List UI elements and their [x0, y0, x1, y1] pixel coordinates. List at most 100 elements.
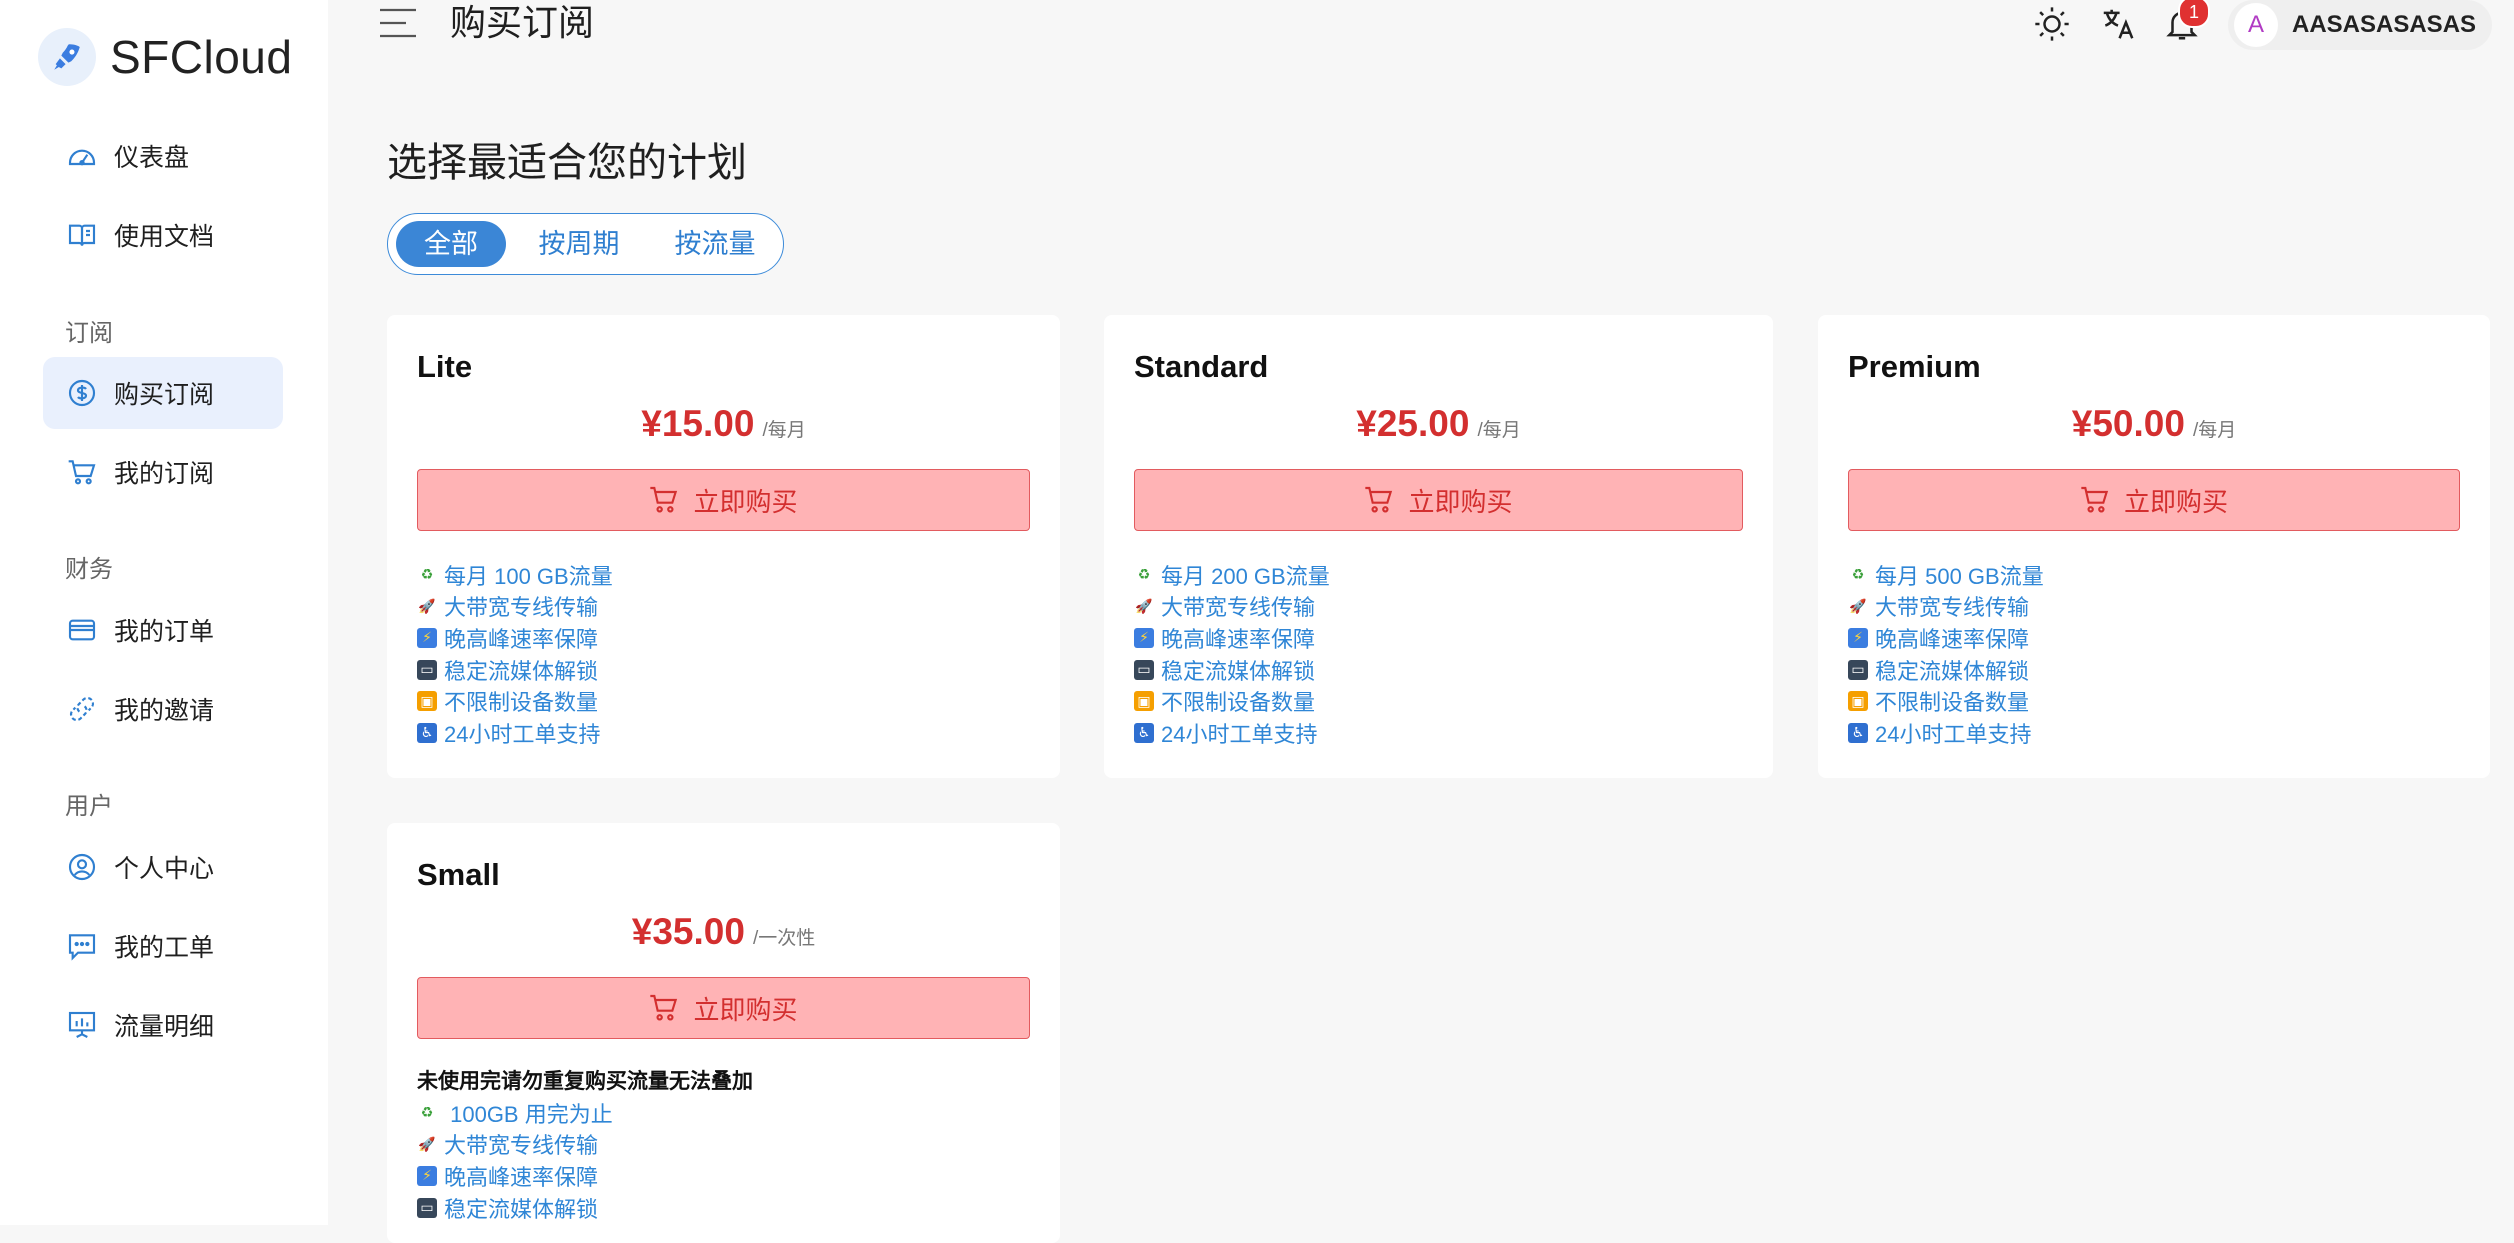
- rocket-logo-icon: [38, 28, 96, 86]
- plan-price: ¥35.00: [631, 911, 745, 952]
- recycle-icon: ♻: [1851, 566, 1865, 583]
- tv-icon: ▭: [1134, 659, 1154, 680]
- buy-now-label: 立即购买: [693, 486, 798, 517]
- user-name: AASASASASAS: [2292, 11, 2477, 38]
- wheelchair-icon: ♿: [1848, 722, 1868, 743]
- feature-item: ▭ 稳定流媒体解锁: [417, 1192, 753, 1224]
- feature-item: ♻ 100GB 用完为止: [417, 1097, 753, 1129]
- feature-item: ⚡ 晚高峰速率保障: [417, 622, 613, 654]
- sidebar-item-label: 个人中心: [114, 855, 215, 883]
- sidebar-item-label: 我的订单: [114, 618, 215, 646]
- feature-item: ⚡ 晚高峰速率保障: [1848, 622, 2044, 654]
- tab-by-traffic[interactable]: 按流量: [656, 221, 774, 267]
- buy-now-button[interactable]: 立即购买: [1134, 469, 1743, 531]
- sidebar-item-label: 我的工单: [114, 934, 215, 962]
- sidebar-item-traffic-details[interactable]: 流量明细: [43, 989, 283, 1061]
- page-title: 购买订阅: [450, 2, 595, 43]
- feature-item: 🚀 大带宽专线传输: [418, 1133, 599, 1159]
- sidebar-item-my-orders[interactable]: 我的订单: [43, 594, 283, 666]
- plan-card-lite: Lite ¥15.00/每月 立即购买 ♻ 每月 100 GB流量 🚀 大带宽专线传…: [387, 315, 1060, 778]
- plans-heading: 选择最适合您的计划: [387, 141, 747, 185]
- plan-notice: 未使用完请勿重复购买流量无法叠加: [417, 1070, 753, 1093]
- tv-icon: ▭: [417, 1197, 437, 1218]
- sidebar-item-buy-subscription[interactable]: 购买订阅: [43, 357, 283, 429]
- feature-item: ▭ 稳定流媒体解锁: [1848, 654, 2044, 686]
- sidebar-item-profile[interactable]: 个人中心: [43, 831, 283, 903]
- cart-icon: [64, 454, 100, 490]
- rocket-icon: 🚀: [418, 1135, 436, 1152]
- plan-card-standard: Standard ¥25.00/每月 立即购买 ♻ 每月 200 GB流量 🚀 大带…: [1104, 315, 1773, 778]
- notification-badge: 1: [2178, 0, 2210, 28]
- sidebar-item-docs[interactable]: 使用文档: [43, 199, 283, 271]
- recycle-icon: ♻: [420, 1104, 434, 1121]
- plan-price: ¥15.00: [641, 403, 755, 444]
- buy-now-label: 立即购买: [2123, 486, 2228, 517]
- sidebar-item-my-subscription[interactable]: 我的订阅: [43, 436, 283, 508]
- user-menu[interactable]: A AASASASASAS: [2228, 0, 2492, 50]
- sidebar-item-label: 仪表盘: [114, 144, 190, 172]
- feature-item: ♻ 每月 200 GB流量: [1134, 559, 1330, 591]
- feature-item: ⚡ 晚高峰速率保障: [1134, 622, 1330, 654]
- avatar: A: [2234, 3, 2278, 47]
- plan-name: Standard: [1134, 349, 1269, 384]
- recycle-icon: ♻: [1137, 566, 1151, 583]
- feature-item: ▣ 不限制设备数量: [417, 685, 613, 717]
- translate-icon[interactable]: [2098, 4, 2138, 44]
- cart-icon: [649, 485, 681, 515]
- tab-all[interactable]: 全部: [396, 221, 506, 267]
- cart-icon: [2080, 485, 2112, 515]
- rocket-icon: 🚀: [1849, 597, 1867, 614]
- plan-features: ♻ 每月 500 GB流量 🚀 大带宽专线传输 ⚡ 晚高峰速率保障 ▭ 稳定流媒体解锁 …: [1848, 559, 2044, 749]
- user-circle-icon: [64, 849, 100, 885]
- plan-period: /一次性: [752, 928, 816, 949]
- rocket-icon: 🚀: [418, 597, 436, 614]
- brand[interactable]: SFCloud: [38, 28, 292, 86]
- chat-ticket-icon: [64, 928, 100, 964]
- dashboard-gauge-icon: [64, 138, 100, 174]
- sidebar-section-subscription: 订阅: [65, 320, 113, 347]
- theme-sun-icon[interactable]: [2032, 4, 2072, 44]
- buy-now-button[interactable]: 立即购买: [1848, 469, 2460, 531]
- menu-toggle-icon[interactable]: [378, 6, 418, 40]
- buy-now-button[interactable]: 立即购买: [417, 977, 1030, 1039]
- recycle-icon: ♻: [420, 566, 434, 583]
- sidebar-section-user: 用户: [65, 793, 113, 820]
- sidebar-item-label: 使用文档: [114, 223, 215, 251]
- buy-now-button[interactable]: 立即购买: [417, 469, 1030, 531]
- feature-item: 🚀 大带宽专线传输: [1849, 595, 2030, 621]
- plan-period: /每月: [1477, 420, 1521, 441]
- plan-features: 未使用完请勿重复购买流量无法叠加 ♻ 100GB 用完为止 🚀 大带宽专线传输 ⚡…: [417, 1066, 753, 1223]
- lightning-icon: ⚡: [1134, 627, 1154, 648]
- plan-card-premium: Premium ¥50.00/每月 立即购买 ♻ 每月 500 GB流量 🚀 大带宽…: [1818, 315, 2490, 778]
- buy-now-label: 立即购买: [1408, 486, 1513, 517]
- sidebar-item-my-invites[interactable]: 我的邀请: [43, 673, 283, 745]
- link-share-icon: [64, 691, 100, 727]
- feature-item: 🚀 大带宽专线传输: [418, 595, 599, 621]
- feature-item: ▭ 稳定流媒体解锁: [1134, 654, 1330, 686]
- plan-name: Lite: [417, 349, 473, 384]
- tv-icon: ▭: [417, 659, 437, 680]
- feature-item: ♿ 24小时工单支持: [417, 717, 613, 749]
- sidebar-item-label: 流量明细: [114, 1013, 215, 1041]
- sidebar-item-my-tickets[interactable]: 我的工单: [43, 910, 283, 982]
- feature-item: 🚀 大带宽专线传输: [1135, 595, 1316, 621]
- chart-board-icon: [64, 1007, 100, 1043]
- lightning-icon: ⚡: [417, 1165, 437, 1186]
- dollar-coin-icon: [64, 375, 100, 411]
- feature-item: ▣ 不限制设备数量: [1848, 685, 2044, 717]
- tab-by-period[interactable]: 按周期: [520, 221, 638, 267]
- wheelchair-icon: ♿: [417, 722, 437, 743]
- plan-name: Premium: [1848, 349, 1981, 384]
- sidebar-section-finance: 财务: [65, 556, 113, 583]
- tv-icon: ▭: [1848, 659, 1868, 680]
- wallet-card-icon: [64, 612, 100, 648]
- lightning-icon: ⚡: [417, 627, 437, 648]
- plan-card-small: Small ¥35.00/一次性 立即购买 未使用完请勿重复购买流量无法叠加 ♻…: [387, 823, 1060, 1243]
- feature-item: ♿ 24小时工单支持: [1134, 717, 1330, 749]
- plan-price: ¥25.00: [1356, 403, 1470, 444]
- feature-item: ▭ 稳定流媒体解锁: [417, 654, 613, 686]
- grid-icon: ▣: [417, 691, 437, 712]
- feature-item: ♿ 24小时工单支持: [1848, 717, 2044, 749]
- sidebar-item-dashboard[interactable]: 仪表盘: [43, 120, 283, 192]
- plan-name: Small: [417, 857, 500, 892]
